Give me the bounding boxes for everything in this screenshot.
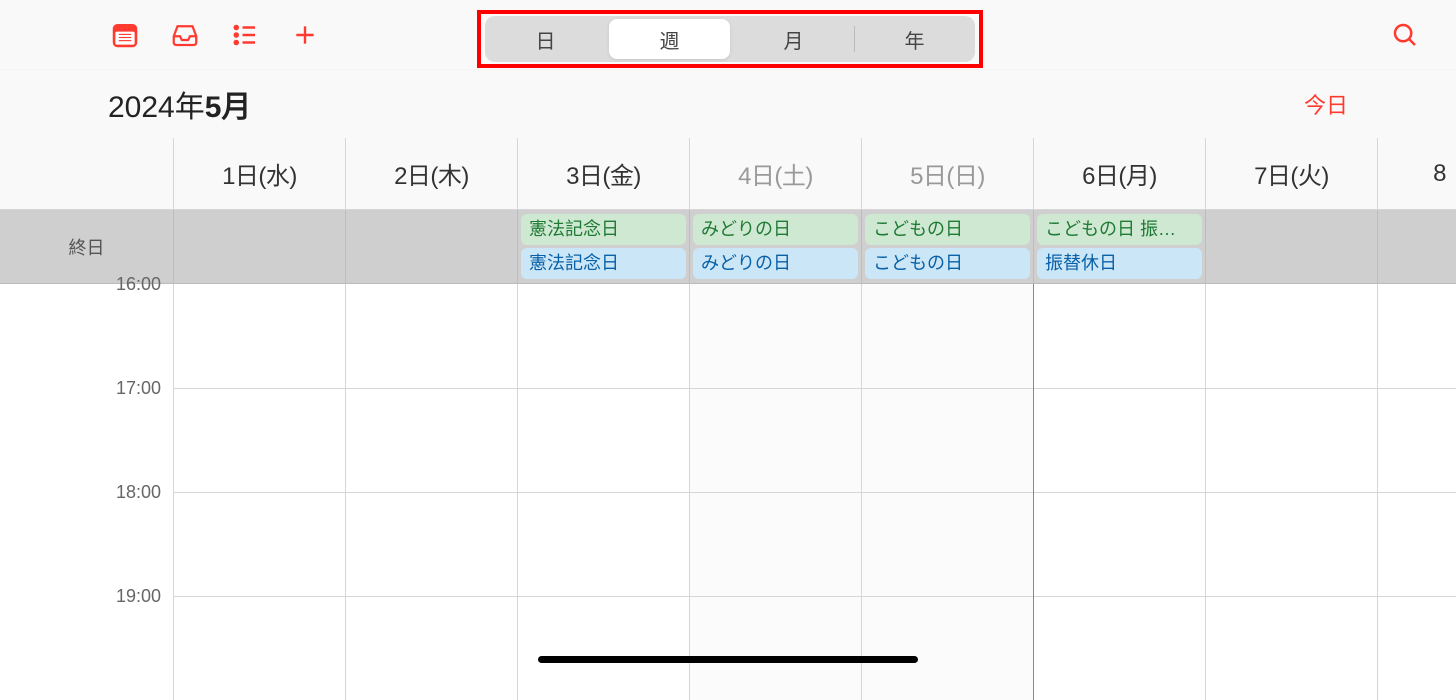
tab-year[interactable]: 年 (854, 16, 975, 62)
grid-col-8[interactable] (1378, 284, 1456, 700)
day-header: 1日(水) 2日(木) 3日(金) 4日(土) 5日(日) 6日(月) 7日(火… (0, 138, 1456, 210)
today-button[interactable]: 今日 (1304, 88, 1348, 120)
event[interactable]: こどもの日 振… (1037, 214, 1202, 245)
allday-col-4[interactable]: みどりの日 みどりの日 (690, 210, 862, 283)
time-gutter-body: 16:00 17:00 18:00 19:00 (0, 284, 174, 700)
grid-col-4[interactable] (690, 284, 862, 700)
allday-col-3[interactable]: 憲法記念日 憲法記念日 (518, 210, 690, 283)
day-head-2[interactable]: 2日(木) (346, 138, 518, 209)
time-label: 17:00 (116, 378, 161, 399)
day-head-8[interactable]: 8 (1378, 138, 1456, 209)
day-head-7[interactable]: 7日(火) (1206, 138, 1378, 209)
view-selector-highlight: 日 週 月 年 (477, 10, 983, 68)
event[interactable]: 振替休日 (1037, 248, 1202, 279)
title-row: 2024年5月 今日 (0, 70, 1456, 138)
toolbar-right (1384, 14, 1426, 56)
tab-month[interactable]: 月 (733, 16, 854, 62)
time-label: 16:00 (116, 274, 161, 295)
allday-col-5[interactable]: こどもの日 こどもの日 (862, 210, 1034, 283)
allday-col-2[interactable] (346, 210, 518, 283)
grid-col-2[interactable] (346, 284, 518, 700)
month-title: 2024年5月 (108, 82, 251, 126)
time-grid[interactable]: 16:00 17:00 18:00 19:00 (0, 284, 1456, 700)
day-head-1[interactable]: 1日(水) (174, 138, 346, 209)
home-indicator (538, 656, 918, 663)
day-head-4[interactable]: 4日(土) (690, 138, 862, 209)
search-icon[interactable] (1384, 14, 1426, 56)
allday-col-1[interactable] (174, 210, 346, 283)
tab-day[interactable]: 日 (485, 16, 606, 62)
list-icon[interactable] (224, 14, 266, 56)
year-text: 2024年 (108, 91, 205, 124)
time-label: 18:00 (116, 482, 161, 503)
inbox-icon[interactable] (164, 14, 206, 56)
event[interactable]: 憲法記念日 (521, 214, 686, 245)
toolbar-left (104, 14, 326, 56)
month-text: 5月 (205, 91, 252, 124)
allday-col-7[interactable] (1206, 210, 1378, 283)
day-head-6[interactable]: 6日(月) (1034, 138, 1206, 209)
allday-row: 終日 憲法記念日 憲法記念日 みどりの日 みどりの日 こどもの日 こどもの日 こ… (0, 210, 1456, 284)
event[interactable]: みどりの日 (693, 248, 858, 279)
calendar-icon[interactable] (104, 14, 146, 56)
allday-col-6[interactable]: こどもの日 振… 振替休日 (1034, 210, 1206, 283)
grid-body (174, 284, 1456, 700)
day-head-3[interactable]: 3日(金) (518, 138, 690, 209)
time-gutter-head (0, 138, 174, 209)
grid-col-3[interactable] (518, 284, 690, 700)
allday-col-8[interactable] (1378, 210, 1456, 283)
day-head-5[interactable]: 5日(日) (862, 138, 1034, 209)
event[interactable]: みどりの日 (693, 214, 858, 245)
event[interactable]: こどもの日 (865, 248, 1030, 279)
event[interactable]: 憲法記念日 (521, 248, 686, 279)
time-label: 19:00 (116, 586, 161, 607)
view-selector: 日 週 月 年 (485, 16, 975, 62)
tab-week[interactable]: 週 (609, 19, 730, 59)
grid-col-7[interactable] (1206, 284, 1378, 700)
allday-label: 終日 (0, 210, 174, 283)
grid-col-6[interactable] (1034, 284, 1206, 700)
event[interactable]: こどもの日 (865, 214, 1030, 245)
grid-col-1[interactable] (174, 284, 346, 700)
grid-col-5[interactable] (862, 284, 1034, 700)
add-icon[interactable] (284, 14, 326, 56)
toolbar: 日 週 月 年 (0, 0, 1456, 70)
